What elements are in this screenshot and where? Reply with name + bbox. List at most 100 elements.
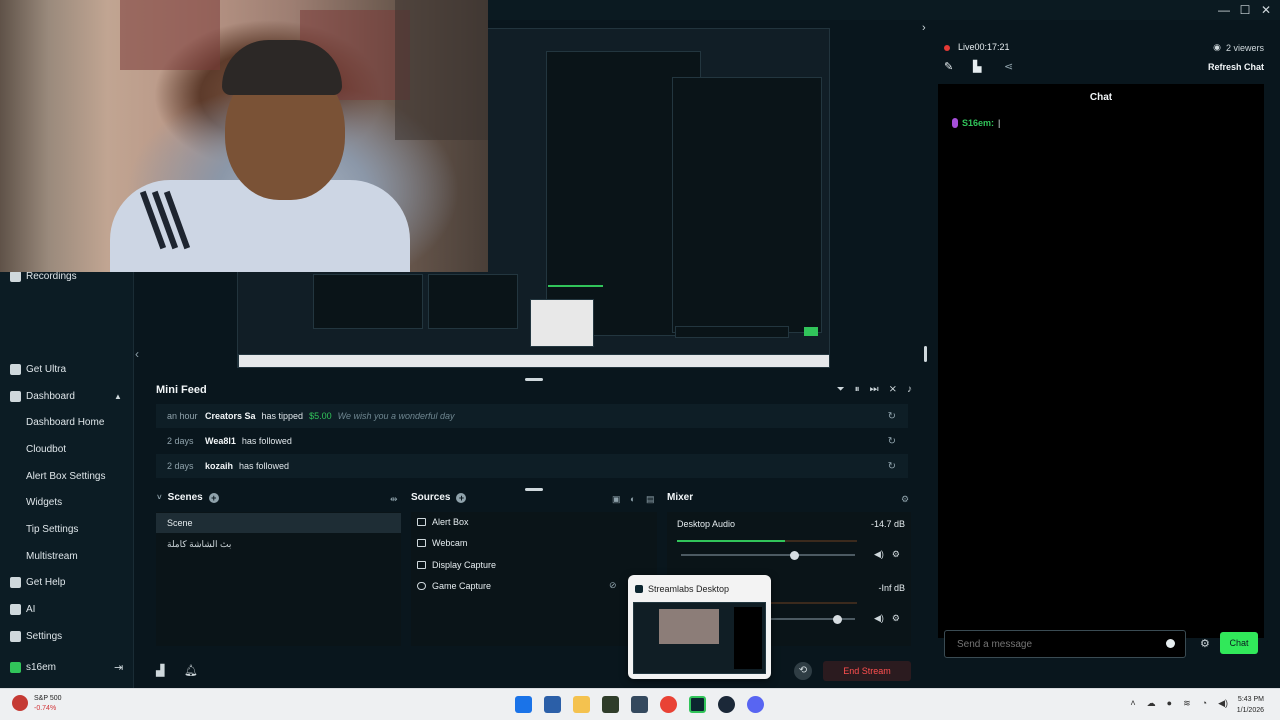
thumbnail-chat xyxy=(734,607,762,669)
app-icon[interactable] xyxy=(631,696,648,713)
add-source-icon[interactable]: + xyxy=(456,492,467,503)
wifi-icon[interactable]: ◔ xyxy=(1202,698,1207,709)
collapse-sidebar-icon[interactable]: ‹ xyxy=(135,347,139,361)
chat-message-input[interactable] xyxy=(944,630,1186,658)
gear-icon[interactable]: ⚙ xyxy=(892,549,900,560)
discord-icon[interactable] xyxy=(747,696,764,713)
eye-icon: ◉ xyxy=(1213,42,1221,52)
minimize-button[interactable]: — xyxy=(1214,2,1234,18)
chevron-up-icon[interactable]: ˄ xyxy=(1130,698,1135,709)
sidebar-item-cloudbot[interactable]: Cloudbot xyxy=(26,440,66,458)
sidebar-item-dashboard[interactable]: Dashboard ▲ xyxy=(10,387,126,405)
sidebar-item-ai[interactable]: AI xyxy=(10,600,35,618)
gear-icon[interactable]: ⚙ xyxy=(901,494,909,505)
volume-slider[interactable] xyxy=(681,550,855,560)
sidebar-item-settings[interactable]: Settings xyxy=(10,627,62,645)
live-timer: 00:17:21 xyxy=(974,42,1010,52)
windows-start-icon[interactable] xyxy=(515,696,532,713)
source-tools-icon[interactable]: ▣ xyxy=(612,494,621,505)
close-button[interactable]: ✕ xyxy=(1256,2,1276,18)
chevron-down-icon[interactable]: ˅ xyxy=(157,493,162,502)
volume-knob[interactable] xyxy=(789,550,799,560)
source-item-game-capture[interactable]: Game Capture xyxy=(417,576,491,596)
sidebar-item-get-ultra[interactable]: Get Ultra xyxy=(10,360,66,378)
volume-icon[interactable]: ♪ xyxy=(907,384,912,395)
android-studio-icon[interactable] xyxy=(602,696,619,713)
clock[interactable]: 5:43 PM 1/1/2026 xyxy=(1237,694,1264,716)
scene-transition-icon[interactable]: ⇹ xyxy=(390,494,398,505)
source-item-alert-box[interactable]: Alert Box xyxy=(417,512,469,532)
speaker-icon[interactable]: ◀) xyxy=(874,549,884,560)
add-scene-icon[interactable]: + xyxy=(208,492,219,503)
sidebar-item-get-help[interactable]: Get Help xyxy=(10,573,65,591)
volume-knob[interactable] xyxy=(833,614,843,624)
pause-icon[interactable]: ⏸ xyxy=(855,384,860,395)
filter-icon[interactable]: ⏷ xyxy=(837,384,845,395)
preview-nested-meter xyxy=(548,285,603,287)
replay-buffer-button[interactable]: ⟲ xyxy=(794,662,812,680)
chat-title: Chat xyxy=(1089,92,1113,103)
taskbar-apps xyxy=(515,696,764,713)
source-item-display-capture[interactable]: Display Capture xyxy=(417,555,496,575)
scene-item[interactable]: Scene xyxy=(156,513,401,533)
share-icon[interactable]: ⋖ xyxy=(1004,60,1013,73)
sidebar-user[interactable]: s16em ⇥ xyxy=(10,658,126,676)
pencil-icon[interactable]: ✎ xyxy=(944,60,953,73)
hidden-eye-icon[interactable]: ⊘ xyxy=(609,580,617,591)
folder-icon[interactable]: ▤ xyxy=(646,494,655,505)
maximize-button[interactable]: ☐ xyxy=(1235,2,1255,18)
streamlabs-icon[interactable] xyxy=(689,696,706,713)
mute-alerts-icon[interactable]: ⨯ xyxy=(889,384,897,395)
sidebar-item-dashboard-home[interactable]: Dashboard Home xyxy=(26,413,104,431)
sidebar-item-tip-settings[interactable]: Tip Settings xyxy=(26,520,78,538)
chat-panel: Live00:17:21 ◉ 2 viewers ✎ ▙ ⋖ Refresh Ch… xyxy=(938,20,1280,688)
gear-icon[interactable]: ⚙ xyxy=(1200,637,1210,650)
volume-icon[interactable]: ◀) xyxy=(1218,698,1228,709)
chrome-icon[interactable] xyxy=(660,696,677,713)
dock-resize-handle[interactable] xyxy=(525,488,543,491)
chevron-up-icon: ▲ xyxy=(114,391,122,401)
sidebar-item-multistream[interactable]: Multistream xyxy=(26,547,78,565)
thumbnail-image xyxy=(633,602,766,674)
preview-nested-thumbnail xyxy=(530,299,594,347)
replay-icon[interactable]: ↻ xyxy=(888,461,896,472)
source-item-webcam[interactable]: Webcam xyxy=(417,533,467,553)
skip-icon[interactable]: ⏭ xyxy=(870,384,879,395)
sidebar-item-alert-box-settings[interactable]: Alert Box Settings xyxy=(26,467,105,485)
stock-widget[interactable]: S&P 500 -0.74% xyxy=(34,694,62,714)
taskbar-thumbnail-preview[interactable]: Streamlabs Desktop xyxy=(628,575,771,679)
network-icon[interactable]: ≋ xyxy=(1183,698,1191,709)
replay-icon[interactable]: ↻ xyxy=(888,411,896,422)
chevron-right-icon[interactable]: › xyxy=(922,22,926,34)
notification-bell-icon[interactable]: 🔔︎ xyxy=(184,664,198,677)
audio-level-meter xyxy=(677,540,857,542)
scenes-header: ˅ Scenes + xyxy=(157,492,219,503)
feed-row: 2 days kozaih has followed ↻ xyxy=(156,454,908,478)
stock-widget-icon[interactable] xyxy=(12,695,28,711)
performance-icon[interactable]: ▟ xyxy=(156,664,164,677)
emoji-icon[interactable] xyxy=(1166,639,1175,648)
sidebar-item-widgets[interactable]: Widgets xyxy=(26,493,62,511)
help-icon xyxy=(10,576,21,588)
mixer-header: Mixer xyxy=(667,492,694,503)
microphone-icon[interactable]: ● xyxy=(1167,698,1172,709)
refresh-chat-button[interactable]: Refresh Chat xyxy=(1208,62,1264,72)
speaker-icon[interactable]: ◀) xyxy=(874,613,884,624)
kick-logo-icon xyxy=(10,661,21,673)
end-stream-button[interactable]: End Stream xyxy=(823,661,911,681)
cloud-icon[interactable]: ☁ xyxy=(1147,698,1156,709)
mini-feed-tools: ⏷ ⏸ ⏭ ⨯ ♪ xyxy=(837,384,912,395)
thumbnail-title: Streamlabs Desktop xyxy=(648,584,730,594)
scene-item[interactable]: بث الشاشة كاملة xyxy=(156,534,401,554)
task-view-icon[interactable] xyxy=(544,696,561,713)
file-explorer-icon[interactable] xyxy=(573,696,590,713)
replay-icon[interactable]: ↻ xyxy=(888,436,896,447)
chat-resize-handle[interactable] xyxy=(924,346,927,362)
gear-icon[interactable]: ⚙ xyxy=(892,613,900,624)
source-visibility-icon[interactable]: ◐ xyxy=(630,494,635,504)
thumbnail-webcam xyxy=(659,609,719,644)
clips-icon[interactable]: ▙ xyxy=(973,60,981,73)
chat-send-button[interactable]: Chat xyxy=(1220,632,1258,654)
logout-icon[interactable]: ⇥ xyxy=(114,661,123,674)
steam-icon[interactable] xyxy=(718,696,735,713)
